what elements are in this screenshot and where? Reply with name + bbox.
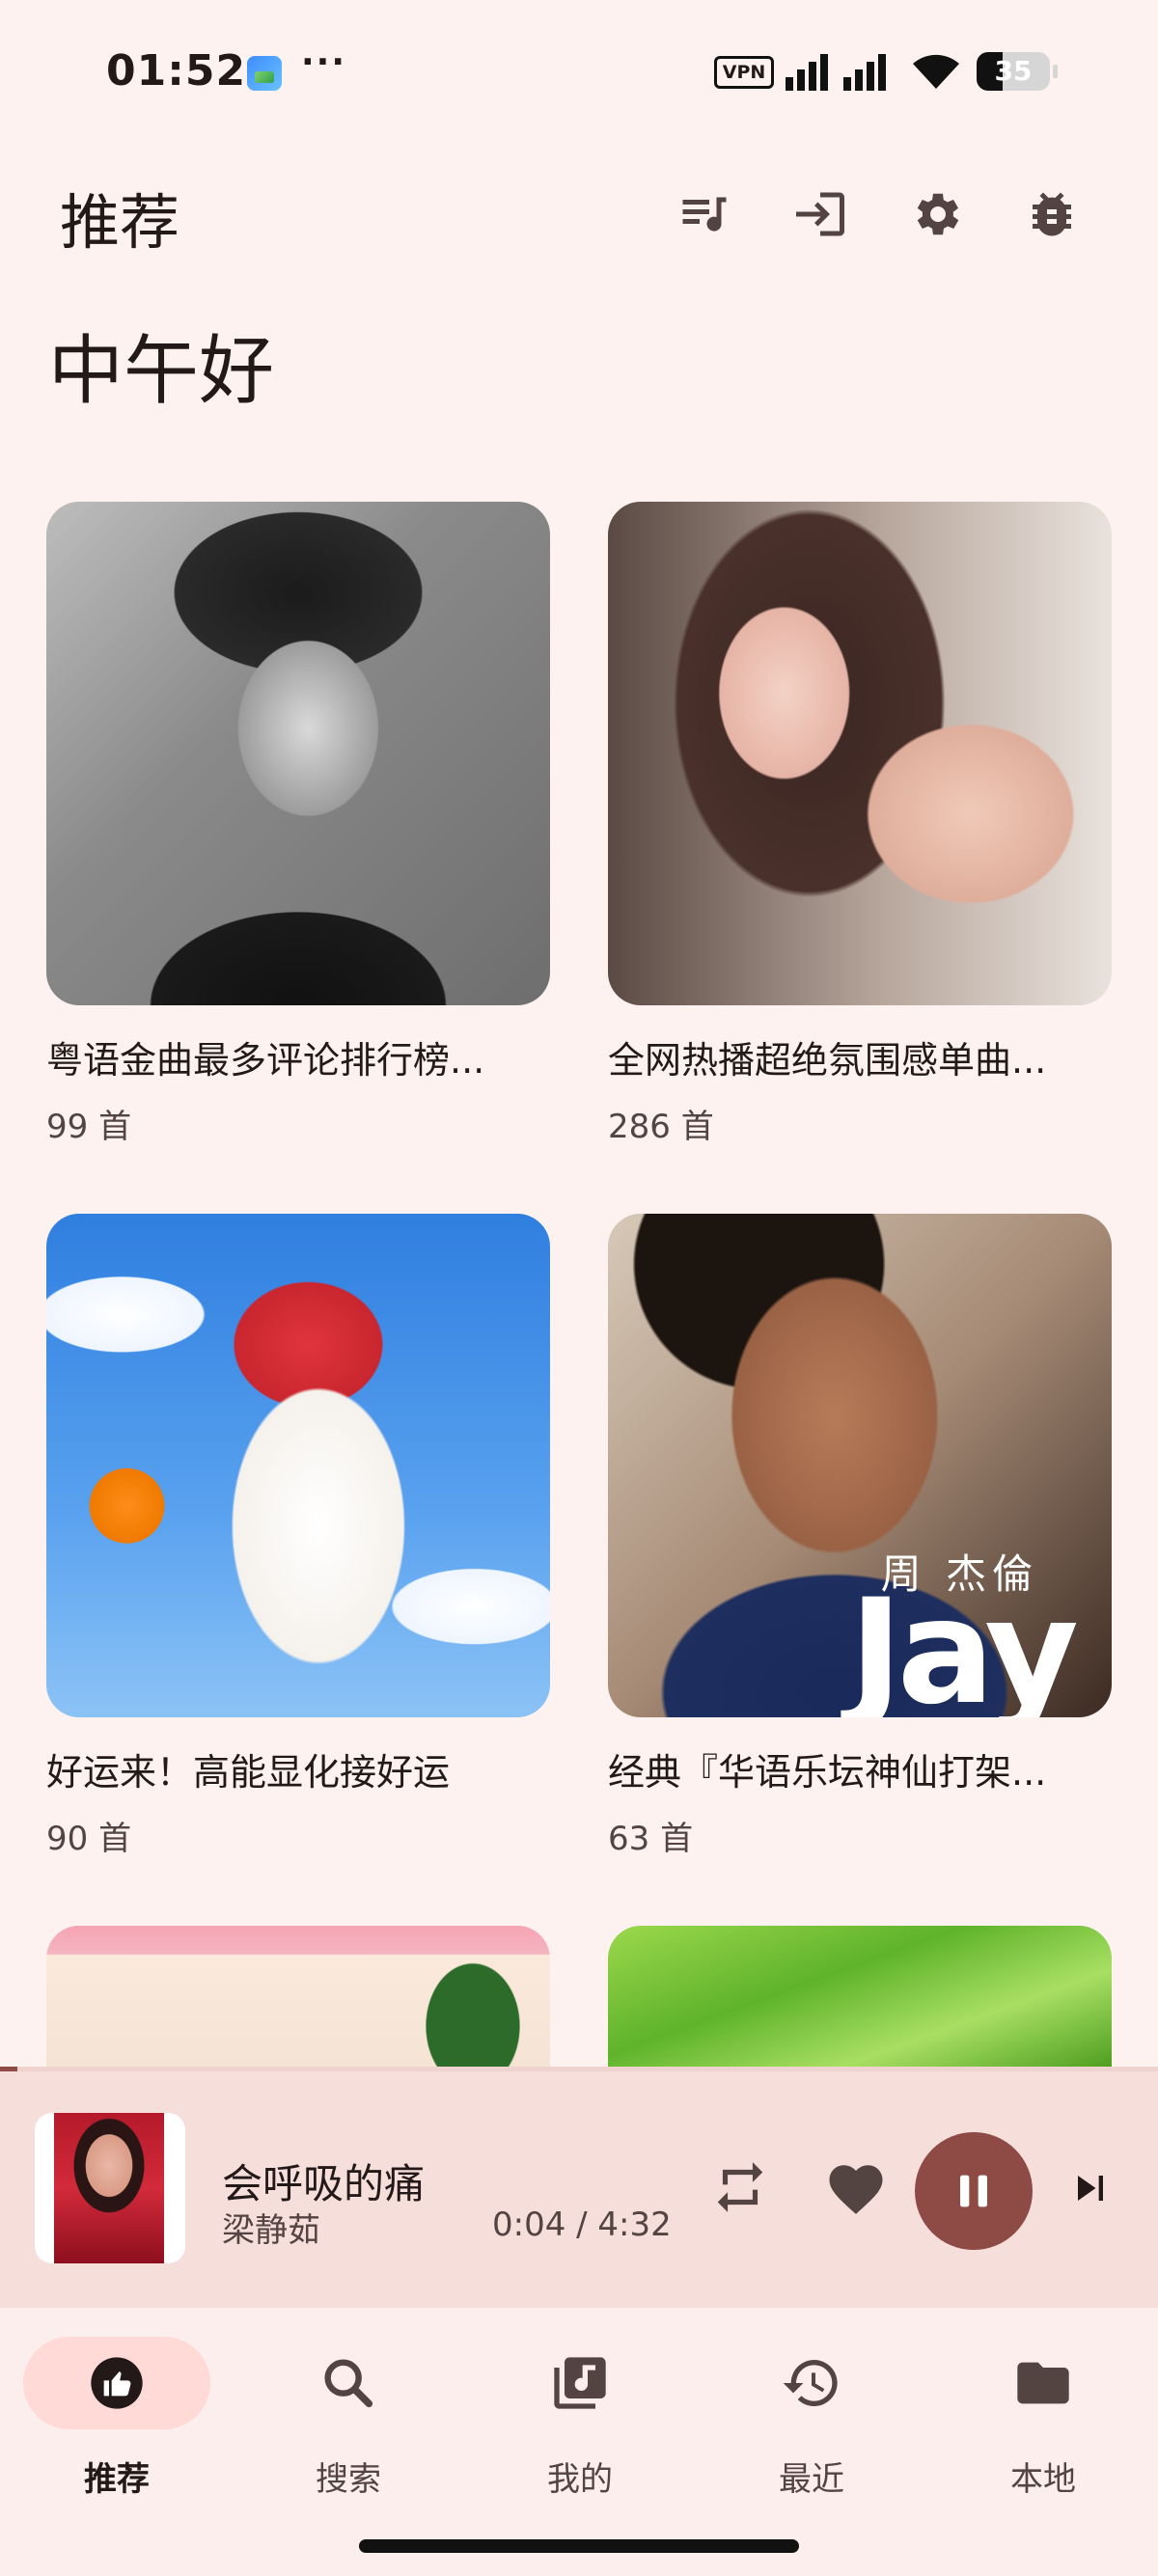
playlist-title: 好运来！高能显化接好运: [46, 1751, 451, 1794]
playlist-title: 全网热播超绝氛围感单曲...: [608, 1039, 1047, 1082]
battery-icon: 35: [977, 52, 1058, 91]
nav-item-mine[interactable]: 我的: [486, 2337, 679, 2501]
cover-logo: Jay: [848, 1569, 1079, 1717]
playlist-title: 经典『华语乐坛神仙打架...: [608, 1751, 1047, 1794]
folder-icon: [1017, 2362, 1069, 2404]
playlist-song-count: 286 首: [608, 1108, 714, 1146]
bug-report-icon: [1033, 192, 1071, 236]
playlist-cover: 周 杰倫 Jay: [608, 1214, 1112, 1717]
wifi-icon: [913, 54, 959, 89]
nav-label: 推荐: [84, 2460, 150, 2499]
login-icon: [796, 192, 844, 236]
more-notifications-icon: ···: [301, 42, 347, 82]
heart-icon[interactable]: [824, 2157, 888, 2221]
queue-music-icon: [682, 197, 727, 232]
pause-icon: [960, 2175, 987, 2207]
debug-button[interactable]: [1021, 183, 1083, 245]
song-title: 会呼吸的痛: [222, 2160, 426, 2207]
skip-next-icon[interactable]: [1065, 2163, 1116, 2213]
home-indicator[interactable]: [359, 2539, 799, 2553]
playlist-song-count: 63 首: [608, 1820, 694, 1858]
playback-progress-fill: [0, 2067, 17, 2071]
greeting-heading: 中午好: [48, 328, 275, 415]
playlist-card[interactable]: [46, 1926, 550, 2067]
playlist-title: 粤语金曲最多评论排行榜...: [46, 1039, 485, 1082]
vpn-badge: VPN: [714, 56, 774, 89]
playlist-song-count: 99 首: [46, 1108, 132, 1146]
pause-button[interactable]: [915, 2132, 1033, 2250]
queue-music-button[interactable]: [674, 183, 735, 245]
settings-gear-icon: [917, 193, 959, 235]
song-time: 0:04 / 4:32: [492, 2206, 672, 2244]
playlist-song-count: 90 首: [46, 1820, 132, 1858]
playlist-cover: [46, 1926, 550, 2067]
status-bar: 01:52 ··· VPN 35: [0, 0, 1158, 145]
playlist-card[interactable]: 好运来！高能显化接好运 90 首: [46, 1214, 550, 1858]
repeat-icon[interactable]: [710, 2157, 770, 2217]
history-icon: [783, 2360, 838, 2406]
nav-label: 我的: [547, 2460, 613, 2499]
nav-label: 最近: [779, 2460, 844, 2499]
gallery-notification-icon: [247, 56, 282, 91]
search-icon: [324, 2359, 373, 2408]
playlist-card[interactable]: 全网热播超绝氛围感单曲... 286 首: [608, 502, 1112, 1146]
login-button[interactable]: [789, 183, 851, 245]
playlist-cover: [46, 502, 550, 1005]
playlist-card[interactable]: 粤语金曲最多评论排行榜... 99 首: [46, 502, 550, 1146]
playlist-card[interactable]: 周 杰倫 Jay 经典『华语乐坛神仙打架... 63 首: [608, 1214, 1112, 1858]
signal-strength-icon: [786, 54, 886, 91]
bottom-navigation: 推荐 搜索 我的 最近 本地: [0, 2308, 1158, 2576]
nav-label: 本地: [1010, 2460, 1076, 2499]
playlist-cover: [608, 1926, 1112, 2067]
status-time: 01:52: [106, 46, 247, 96]
settings-button[interactable]: [905, 183, 967, 245]
playlist-card[interactable]: [608, 1926, 1112, 2067]
nav-item-recommend[interactable]: 推荐: [23, 2337, 216, 2501]
nav-item-recent[interactable]: 最近: [718, 2337, 911, 2501]
battery-percentage: 35: [994, 55, 1033, 87]
nav-item-search[interactable]: 搜索: [255, 2337, 448, 2501]
library-music-icon: [554, 2357, 606, 2409]
song-artist: 梁静茹: [222, 2211, 320, 2250]
playlist-cover: [46, 1214, 550, 1717]
playback-progress-track[interactable]: [0, 2067, 1158, 2071]
nav-item-local[interactable]: 本地: [950, 2337, 1143, 2501]
nav-label: 搜索: [316, 2460, 381, 2499]
now-playing-cover[interactable]: [35, 2113, 185, 2263]
playlist-cover: [608, 502, 1112, 1005]
now-playing-bar[interactable]: 会呼吸的痛 梁静茹 0:04 / 4:32: [0, 2067, 1158, 2308]
page-title: 推荐: [60, 187, 180, 258]
thumb-up-icon: [91, 2357, 143, 2409]
